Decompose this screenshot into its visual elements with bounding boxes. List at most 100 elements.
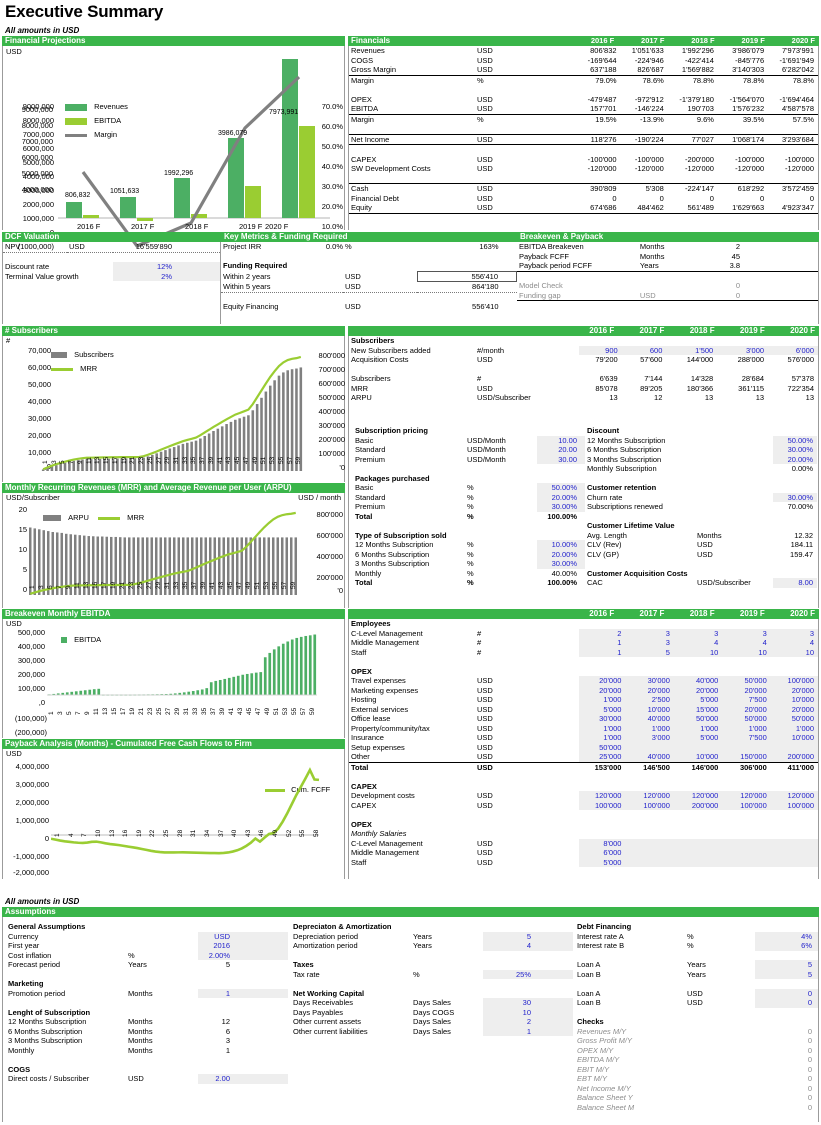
row-value[interactable]: 120'000 [579,791,628,801]
row-value[interactable]: 30'000 [627,676,676,686]
row-value[interactable]: 15'000 [675,704,725,714]
row-value[interactable]: 50'000 [675,714,725,724]
row-value[interactable]: 200'000 [675,800,725,810]
row-value[interactable] [772,838,818,848]
terminal-growth-value[interactable]: 2% [113,271,220,281]
row-value[interactable]: 30.00% [537,502,585,512]
row-value[interactable]: 40'000 [627,752,676,762]
row-value[interactable]: 1'500 [668,345,720,355]
row-value[interactable]: 1 [483,1026,573,1036]
row-value[interactable] [724,838,773,848]
row-value[interactable]: 1 [579,638,628,648]
row-value[interactable] [675,838,725,848]
row-value[interactable]: 30.00% [773,445,817,455]
row-value[interactable]: 4 [675,638,725,648]
row-value[interactable]: 10 [675,647,725,657]
row-value[interactable]: 20'000 [724,704,773,714]
row-value[interactable]: 50'000 [772,714,818,724]
row-value[interactable]: 10'000 [772,733,818,743]
row-value[interactable]: 2 [579,628,628,638]
row-value[interactable]: 1'000 [579,733,628,743]
row-value[interactable]: 4 [724,638,773,648]
row-value[interactable] [772,857,818,867]
row-value[interactable] [724,848,773,858]
row-value[interactable]: 150'000 [724,752,773,762]
row-value[interactable]: 50.00% [773,435,817,445]
row-value[interactable]: 50.00% [537,483,585,493]
row-value[interactable]: 30.00% [773,492,817,502]
row-value[interactable]: 4% [755,931,818,941]
row-value[interactable]: 5'000 [579,704,628,714]
row-value[interactable]: 1'000 [579,695,628,705]
row-value[interactable]: 10'000 [627,704,676,714]
row-value[interactable]: 20'000 [675,685,725,695]
row-value[interactable]: 50'000 [579,742,628,752]
row-value[interactable]: 20'000 [772,704,818,714]
row-value[interactable]: 3'000 [719,345,771,355]
row-value[interactable]: 100'000 [724,800,773,810]
row-value[interactable]: 50'000 [724,714,773,724]
row-value[interactable]: 1'000 [724,723,773,733]
row-value[interactable]: 6% [755,941,818,951]
row-value[interactable]: 20.00 [537,445,585,455]
row-value[interactable]: 6'000 [770,345,818,355]
row-value[interactable]: 4 [772,638,818,648]
row-value[interactable]: 3 [627,628,676,638]
row-value[interactable]: 100'000 [579,800,628,810]
row-value[interactable]: 2.00 [198,1074,288,1084]
row-value[interactable]: 120'000 [627,791,676,801]
row-value[interactable]: 10 [772,647,818,657]
row-value[interactable]: 1'000 [675,723,725,733]
row-value[interactable]: 40'000 [675,676,725,686]
row-value[interactable] [772,848,818,858]
row-value[interactable]: 5'000 [675,733,725,743]
row-value[interactable] [724,742,773,752]
row-value[interactable]: 40'000 [627,714,676,724]
row-value[interactable]: 10.00% [537,540,585,550]
row-value[interactable]: 30'000 [579,714,628,724]
row-value[interactable]: 4 [483,941,573,951]
within-2-years-value[interactable]: 556'410 [416,270,517,282]
row-value[interactable]: 10'000 [675,752,725,762]
row-value[interactable]: 10.00 [537,435,585,445]
row-value[interactable]: 20.00% [537,492,585,502]
row-value[interactable]: 1'000 [579,723,628,733]
row-value[interactable]: 7'500 [724,733,773,743]
row-value[interactable] [627,838,676,848]
row-value[interactable]: 20.00% [773,454,817,464]
row-value[interactable]: 2.00% [198,950,288,960]
row-value[interactable]: 3'000 [627,733,676,743]
row-value[interactable]: 8'000 [579,838,628,848]
row-value[interactable]: 50'000 [724,676,773,686]
row-value[interactable]: 8.00 [773,578,817,588]
row-value[interactable]: 20'000 [579,685,628,695]
row-value[interactable]: 5 [755,960,818,970]
row-value[interactable]: 10 [483,1007,573,1017]
discount-rate-value[interactable]: 12% [113,262,220,272]
row-value[interactable]: 600 [623,345,669,355]
row-value[interactable]: 5'000 [675,695,725,705]
row-value[interactable]: 20'000 [772,685,818,695]
row-value[interactable]: 3 [772,628,818,638]
row-value[interactable]: 1'000 [772,723,818,733]
row-value[interactable]: 1 [198,988,288,998]
row-value[interactable]: 30.00% [537,559,585,569]
row-value[interactable] [772,742,818,752]
row-value[interactable]: 3 [627,638,676,648]
row-value[interactable] [627,848,676,858]
row-value[interactable]: 20'000 [724,685,773,695]
row-value[interactable]: 100'000 [772,676,818,686]
row-value[interactable]: 2 [483,1017,573,1027]
row-value[interactable]: 5 [483,931,573,941]
row-value[interactable]: 100'000 [627,800,676,810]
row-value[interactable]: 25'000 [579,752,628,762]
row-value[interactable]: 20'000 [627,685,676,695]
row-value[interactable]: 30 [483,998,573,1008]
row-value[interactable]: 900 [579,345,624,355]
row-value[interactable]: 200'000 [772,752,818,762]
row-value[interactable]: 5'000 [579,857,628,867]
row-value[interactable] [724,857,773,867]
row-value[interactable]: 10 [724,647,773,657]
row-value[interactable]: 2'500 [627,695,676,705]
row-value[interactable]: 120'000 [675,791,725,801]
